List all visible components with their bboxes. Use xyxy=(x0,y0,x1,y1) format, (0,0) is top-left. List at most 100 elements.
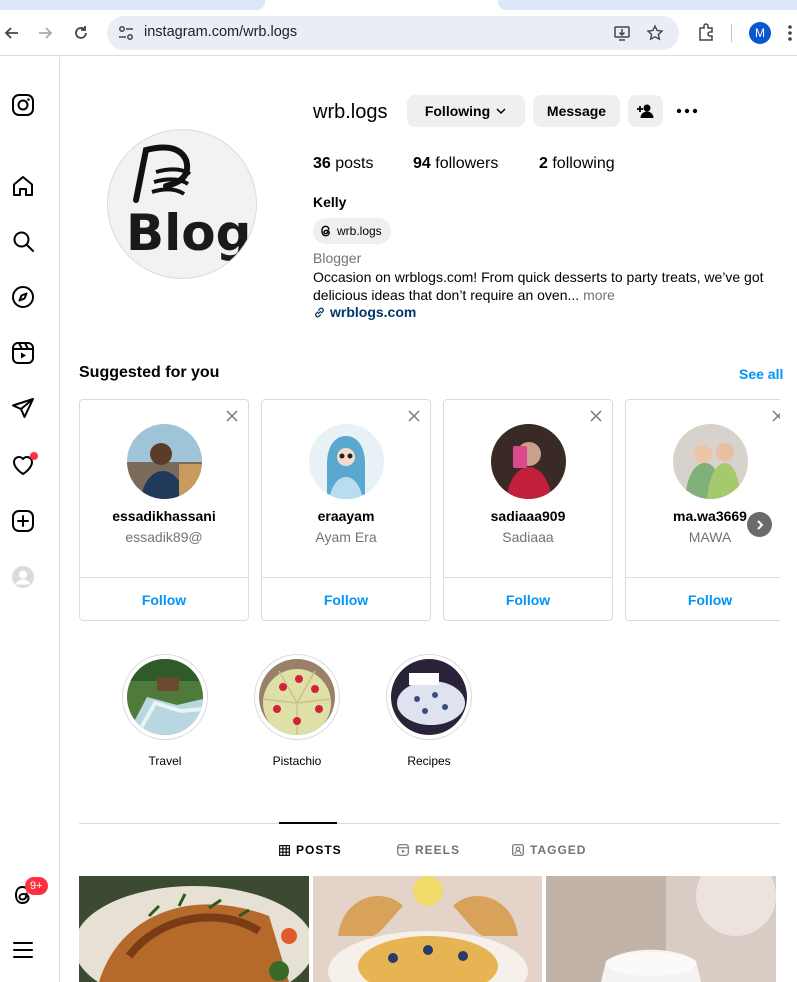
posts-stat[interactable]: 36 posts xyxy=(313,155,374,173)
browser-menu-icon[interactable] xyxy=(785,22,795,44)
extensions-icon[interactable] xyxy=(696,22,716,42)
menu-hamburger-icon[interactable] xyxy=(11,938,35,962)
link-icon xyxy=(315,307,324,317)
url-text[interactable]: instagram.com/wrb.logs xyxy=(144,24,297,40)
suggestion-subtitle: essadik89@ xyxy=(125,529,203,545)
following-button[interactable]: Following xyxy=(407,95,525,127)
back-icon[interactable] xyxy=(0,21,24,45)
forward-icon[interactable] xyxy=(33,21,57,45)
followers-label: followers xyxy=(435,155,499,172)
profile-category: Blogger xyxy=(313,250,362,266)
suggestion-avatar[interactable] xyxy=(127,424,202,499)
suggestion-avatar[interactable] xyxy=(309,424,384,499)
website-text: wrblogs.com xyxy=(330,304,417,320)
reels-icon[interactable] xyxy=(11,341,35,365)
more-options-icon[interactable] xyxy=(675,101,699,121)
tab-posts-label: POSTS xyxy=(296,843,342,857)
profile-bio: Occasion on wrblogs.com! From quick dess… xyxy=(313,268,783,304)
bio-text: Occasion on wrblogs.com! From quick dess… xyxy=(313,269,764,303)
following-stat[interactable]: 2 following xyxy=(539,155,615,173)
story-highlight[interactable]: Recipes xyxy=(384,654,474,768)
dismiss-icon[interactable] xyxy=(771,409,780,423)
profile-avatar-icon[interactable] xyxy=(11,565,35,589)
create-plus-icon[interactable] xyxy=(11,509,35,533)
suggestion-card: sadiaaa909 Sadiaaa Follow xyxy=(443,399,613,621)
suggestion-avatar[interactable] xyxy=(673,424,748,499)
suggestion-card: eraayam Ayam Era Follow xyxy=(261,399,431,621)
see-all-link[interactable]: See all xyxy=(739,366,783,382)
suggestion-username[interactable]: sadiaaa909 xyxy=(444,508,612,524)
highlight-cover xyxy=(259,659,335,735)
card-divider xyxy=(262,577,430,578)
instagram-logo-icon[interactable] xyxy=(11,93,35,117)
follow-button[interactable]: Follow xyxy=(444,592,612,608)
suggestion-subtitle: Ayam Era xyxy=(315,529,377,545)
threads-badge[interactable]: wrb.logs xyxy=(313,218,391,244)
suggest-people-button[interactable] xyxy=(628,95,663,127)
carousel-next-button[interactable] xyxy=(747,512,772,537)
card-divider xyxy=(626,577,780,578)
follow-button[interactable]: Follow xyxy=(262,592,430,608)
tab-posts[interactable]: POSTS xyxy=(279,843,342,857)
website-link[interactable]: wrblogs.com xyxy=(313,304,416,320)
message-button-label: Message xyxy=(546,103,607,119)
explore-compass-icon[interactable] xyxy=(11,285,35,309)
logo-text: Blog xyxy=(126,204,251,262)
post-thumbnail[interactable] xyxy=(313,876,542,982)
post-thumbnail[interactable] xyxy=(546,876,776,982)
bio-more-link[interactable]: more xyxy=(583,287,615,303)
highlight-label: Pistachio xyxy=(272,754,322,768)
suggestion-card: ma.wa3669 MAWA Follow xyxy=(625,399,780,621)
dismiss-icon[interactable] xyxy=(407,409,421,423)
tab-reels[interactable]: REELS xyxy=(397,843,460,857)
message-button[interactable]: Message xyxy=(533,95,620,127)
install-app-icon[interactable] xyxy=(613,24,631,42)
highlight-ring xyxy=(254,654,340,740)
followers-stat[interactable]: 94 followers xyxy=(413,155,498,173)
follow-button[interactable]: Follow xyxy=(80,592,248,608)
chevron-right-icon xyxy=(756,519,763,530)
profile-picture[interactable]: Blog xyxy=(107,129,257,279)
chevron-down-icon xyxy=(496,108,506,115)
search-icon[interactable] xyxy=(11,229,35,253)
suggestion-card: essadikhassani essadik89@ Follow xyxy=(79,399,249,621)
reels-icon xyxy=(397,844,409,856)
highlight-label: Travel xyxy=(148,754,182,768)
posts-count: 36 xyxy=(313,155,331,172)
toolbar-divider xyxy=(731,24,732,42)
dismiss-icon[interactable] xyxy=(225,409,239,423)
grid-icon xyxy=(279,844,290,856)
story-highlight[interactable]: Travel xyxy=(120,654,210,768)
follow-button[interactable]: Follow xyxy=(626,592,780,608)
address-bar[interactable]: instagram.com/wrb.logs xyxy=(107,16,679,50)
story-highlight[interactable]: Pistachio xyxy=(252,654,342,768)
card-divider xyxy=(80,577,248,578)
suggestions-carousel: essadikhassani essadik89@ Follow eraayam… xyxy=(79,399,780,623)
blog-logo: Blog xyxy=(126,144,251,262)
followers-count: 94 xyxy=(413,155,431,172)
tab-tagged[interactable]: TAGGED xyxy=(512,843,586,857)
profile-main: Blog wrb.logs Following Message 36 posts… xyxy=(61,57,797,982)
browser-profile-avatar[interactable]: M xyxy=(749,22,771,44)
highlight-cover xyxy=(127,659,203,735)
home-icon[interactable] xyxy=(11,174,35,198)
bookmark-star-icon[interactable] xyxy=(646,24,664,42)
suggestion-avatar[interactable] xyxy=(491,424,566,499)
active-tab-indicator xyxy=(279,822,337,824)
post-thumbnail[interactable] xyxy=(79,876,309,982)
browser-toolbar: instagram.com/wrb.logs M xyxy=(0,10,797,56)
reload-icon[interactable] xyxy=(69,21,93,45)
highlight-cover xyxy=(391,659,467,735)
browser-tab-strip xyxy=(0,0,797,10)
browser-tab-active[interactable] xyxy=(0,0,265,10)
dismiss-icon[interactable] xyxy=(589,409,603,423)
threads-icon xyxy=(321,225,330,237)
suggestion-username[interactable]: eraayam xyxy=(262,508,430,524)
threads-handle: wrb.logs xyxy=(337,224,382,238)
messages-send-icon[interactable] xyxy=(11,396,35,420)
suggestion-subtitle: Sadiaaa xyxy=(502,529,554,545)
browser-tab[interactable] xyxy=(498,0,797,10)
suggestion-username[interactable]: essadikhassani xyxy=(80,508,248,524)
site-info-icon[interactable] xyxy=(117,24,135,42)
profile-username: wrb.logs xyxy=(313,101,388,123)
